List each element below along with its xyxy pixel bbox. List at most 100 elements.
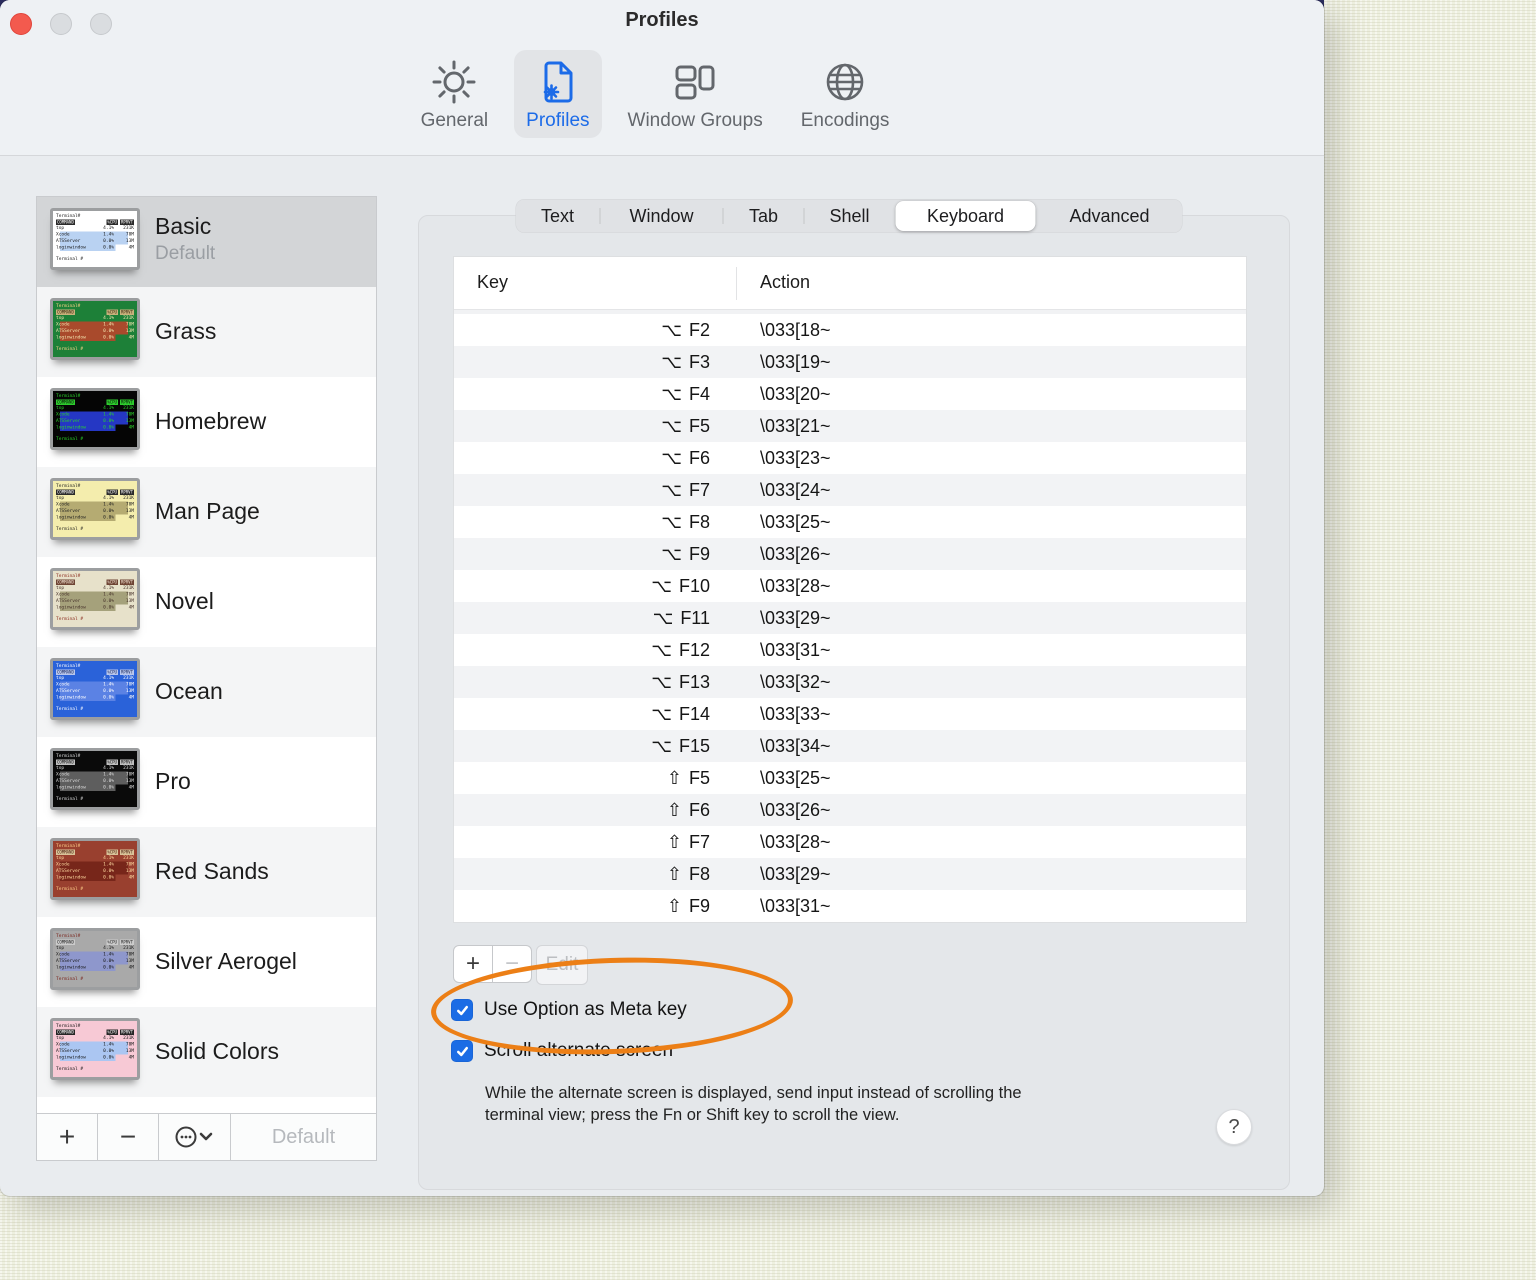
table-row[interactable]: ⌥ F13 \033[32~ bbox=[454, 666, 1246, 698]
thumbnail-prompt-line: Terminal # bbox=[56, 436, 84, 442]
thumbnail-process-line: loginwindow 0.0% 4M bbox=[56, 784, 134, 791]
process-name: loginwindow bbox=[56, 875, 86, 880]
add-profile-button[interactable]: + bbox=[37, 1114, 98, 1160]
process-name: loginwindow bbox=[56, 605, 86, 610]
table-row[interactable]: ⇧ F6 \033[26~ bbox=[454, 794, 1246, 826]
scroll-alternate-screen-label: Scroll alternate screen bbox=[484, 1040, 674, 1061]
table-row[interactable]: ⌥ F9 \033[26~ bbox=[454, 538, 1246, 570]
window-groups-icon bbox=[675, 65, 715, 100]
profile-row-red-sands[interactable]: Terminal# COMMAND %CPU RPRVT top 4.1% 231K Xcod… bbox=[37, 827, 376, 917]
table-row[interactable]: ⌥ F6 \033[23~ bbox=[454, 442, 1246, 474]
thumbnail-terminal-preview: Terminal# COMMAND %CPU RPRVT top 4.1% 231K Xcod… bbox=[53, 571, 137, 627]
remove-profile-button[interactable]: − bbox=[98, 1114, 159, 1160]
option-key-icon: ⌥ bbox=[651, 703, 672, 724]
set-default-button[interactable]: Default bbox=[231, 1114, 376, 1160]
thumbnail-prompt-line: Terminal # bbox=[56, 886, 84, 892]
profile-row-ocean[interactable]: Terminal# COMMAND %CPU RPRVT top 4.1% 231K Xcod… bbox=[37, 647, 376, 737]
profile-document-icon bbox=[543, 61, 573, 103]
key-cell: ⌥ F8 bbox=[661, 511, 710, 532]
profile-thumbnail: Terminal# COMMAND %CPU RPRVT top 4.1% 231K Xcod… bbox=[50, 928, 140, 990]
table-row[interactable]: ⌥ F15 \033[34~ bbox=[454, 730, 1246, 762]
thumbnail-process-line: loginwindow 0.0% 4M bbox=[56, 514, 134, 521]
key-cell: ⌥ F10 bbox=[651, 575, 710, 596]
table-row[interactable]: ⌥ F8 \033[25~ bbox=[454, 506, 1246, 538]
table-row[interactable]: ⌥ F11 \033[29~ bbox=[454, 602, 1246, 634]
toolbar-item-profiles[interactable]: Profiles bbox=[514, 50, 602, 138]
process-mem: 4M bbox=[128, 245, 134, 250]
edit-shortcut-button[interactable]: Edit bbox=[536, 945, 588, 985]
option-key-icon: ⌥ bbox=[651, 671, 672, 692]
action-cell: \033[31~ bbox=[760, 639, 831, 660]
help-button[interactable]: ? bbox=[1216, 1109, 1252, 1145]
alternate-screen-help-text: While the alternate screen is displayed,… bbox=[485, 1084, 1022, 1124]
process-cpu: 0.0% bbox=[103, 875, 114, 880]
key-cell: ⇧ F6 bbox=[666, 799, 710, 820]
thumbnail-process-line: loginwindow 0.0% 4M bbox=[56, 244, 134, 251]
thumbnail-terminal-preview: Terminal# COMMAND %CPU RPRVT top 4.1% 231K Xcod… bbox=[53, 841, 137, 897]
action-cell: \033[23~ bbox=[760, 447, 831, 468]
key-cell: ⌥ F13 bbox=[651, 671, 710, 692]
key-cell: ⇧ F5 bbox=[666, 767, 710, 788]
table-row[interactable]: ⇧ F9 \033[31~ bbox=[454, 890, 1246, 922]
table-row[interactable]: ⌥ F12 \033[31~ bbox=[454, 634, 1246, 666]
tab-advanced[interactable]: Advanced bbox=[1037, 199, 1183, 233]
thumbnail-prompt-line: Terminal # bbox=[56, 1066, 84, 1072]
toolbar-item-general[interactable]: General bbox=[409, 50, 501, 138]
toolbar-item-encodings[interactable]: Encodings bbox=[789, 50, 902, 138]
tab-window[interactable]: Window bbox=[601, 199, 723, 233]
table-edit-buttons: + − Edit bbox=[453, 945, 588, 985]
key-cell: ⌥ F15 bbox=[651, 735, 710, 756]
table-row[interactable]: ⇧ F8 \033[29~ bbox=[454, 858, 1246, 890]
profile-row-basic[interactable]: Terminal# COMMAND %CPU RPRVT top 4.1% 231K Xcod… bbox=[37, 197, 376, 287]
scroll-alternate-screen-checkbox[interactable] bbox=[451, 1040, 473, 1062]
key-cell: ⌥ F6 bbox=[661, 447, 710, 468]
profile-row-grass[interactable]: Terminal# COMMAND %CPU RPRVT top 4.1% 231K Xcod… bbox=[37, 287, 376, 377]
profile-name: Homebrew bbox=[155, 408, 267, 434]
ellipsis-circle-chevron-icon bbox=[175, 1126, 212, 1148]
thumbnail-terminal-preview: Terminal# COMMAND %CPU RPRVT top 4.1% 231K Xcod… bbox=[53, 211, 137, 267]
table-row[interactable]: ⇧ F7 \033[28~ bbox=[454, 826, 1246, 858]
titlebar: Profiles General Profiles Window Groups … bbox=[0, 0, 1324, 156]
profile-row-solid-colors[interactable]: Terminal# COMMAND %CPU RPRVT top 4.1% 231K Xcod… bbox=[37, 1007, 376, 1097]
profile-row-homebrew[interactable]: Terminal# COMMAND %CPU RPRVT top 4.1% 231K Xcod… bbox=[37, 377, 376, 467]
remove-shortcut-button[interactable]: − bbox=[493, 945, 532, 983]
action-cell: \033[32~ bbox=[760, 671, 831, 692]
profile-row-novel[interactable]: Terminal# COMMAND %CPU RPRVT top 4.1% 231K Xcod… bbox=[37, 557, 376, 647]
action-cell: \033[28~ bbox=[760, 575, 831, 596]
profile-row-pro[interactable]: Terminal# COMMAND %CPU RPRVT top 4.1% 231K Xcod… bbox=[37, 737, 376, 827]
table-row[interactable]: ⌥ F7 \033[24~ bbox=[454, 474, 1246, 506]
profile-row-man-page[interactable]: Terminal# COMMAND %CPU RPRVT top 4.1% 231K Xcod… bbox=[37, 467, 376, 557]
process-cpu: 0.0% bbox=[103, 965, 114, 970]
option-key-icon: ⌥ bbox=[661, 319, 682, 340]
table-row[interactable]: ⌥ F5 \033[21~ bbox=[454, 410, 1246, 442]
checkmark-icon bbox=[456, 1046, 468, 1056]
table-row[interactable]: ⌥ F10 \033[28~ bbox=[454, 570, 1246, 602]
tab-text[interactable]: Text bbox=[516, 199, 600, 233]
action-column-header[interactable]: Action bbox=[760, 272, 810, 293]
action-cell: \033[26~ bbox=[760, 543, 831, 564]
toolbar-label: Profiles bbox=[526, 110, 590, 131]
table-row[interactable]: ⌥ F3 \033[19~ bbox=[454, 346, 1246, 378]
tab-shell[interactable]: Shell bbox=[805, 199, 895, 233]
scroll-alternate-row: Scroll alternate screen bbox=[451, 1040, 673, 1062]
thumbnail-prompt-line: Terminal # bbox=[56, 796, 84, 802]
tab-tab[interactable]: Tab bbox=[724, 199, 804, 233]
toolbar-item-window-groups[interactable]: Window Groups bbox=[616, 50, 775, 138]
add-shortcut-button[interactable]: + bbox=[453, 945, 493, 983]
profile-row-silver-aerogel[interactable]: Terminal# COMMAND %CPU RPRVT top 4.1% 231K Xcod… bbox=[37, 917, 376, 1007]
shift-key-icon: ⇧ bbox=[666, 895, 682, 916]
profile-name: Silver Aerogel bbox=[155, 948, 297, 974]
key-column-header[interactable]: Key bbox=[477, 272, 508, 293]
window-title: Profiles bbox=[625, 9, 699, 31]
table-row[interactable]: ⌥ F14 \033[33~ bbox=[454, 698, 1246, 730]
key-cell: ⌥ F3 bbox=[661, 351, 710, 372]
table-row[interactable]: ⌥ F4 \033[20~ bbox=[454, 378, 1246, 410]
use-option-as-meta-checkbox[interactable] bbox=[451, 999, 473, 1021]
table-row[interactable]: ⌥ F2 \033[18~ bbox=[454, 314, 1246, 346]
thumbnail-prompt-line: Terminal # bbox=[56, 616, 84, 622]
process-cpu: 0.0% bbox=[103, 425, 114, 430]
more-actions-button[interactable] bbox=[159, 1114, 231, 1160]
tab-keyboard[interactable]: Keyboard bbox=[895, 201, 1036, 231]
key-cell: ⌥ F14 bbox=[651, 703, 710, 724]
table-row[interactable]: ⇧ F5 \033[25~ bbox=[454, 762, 1246, 794]
